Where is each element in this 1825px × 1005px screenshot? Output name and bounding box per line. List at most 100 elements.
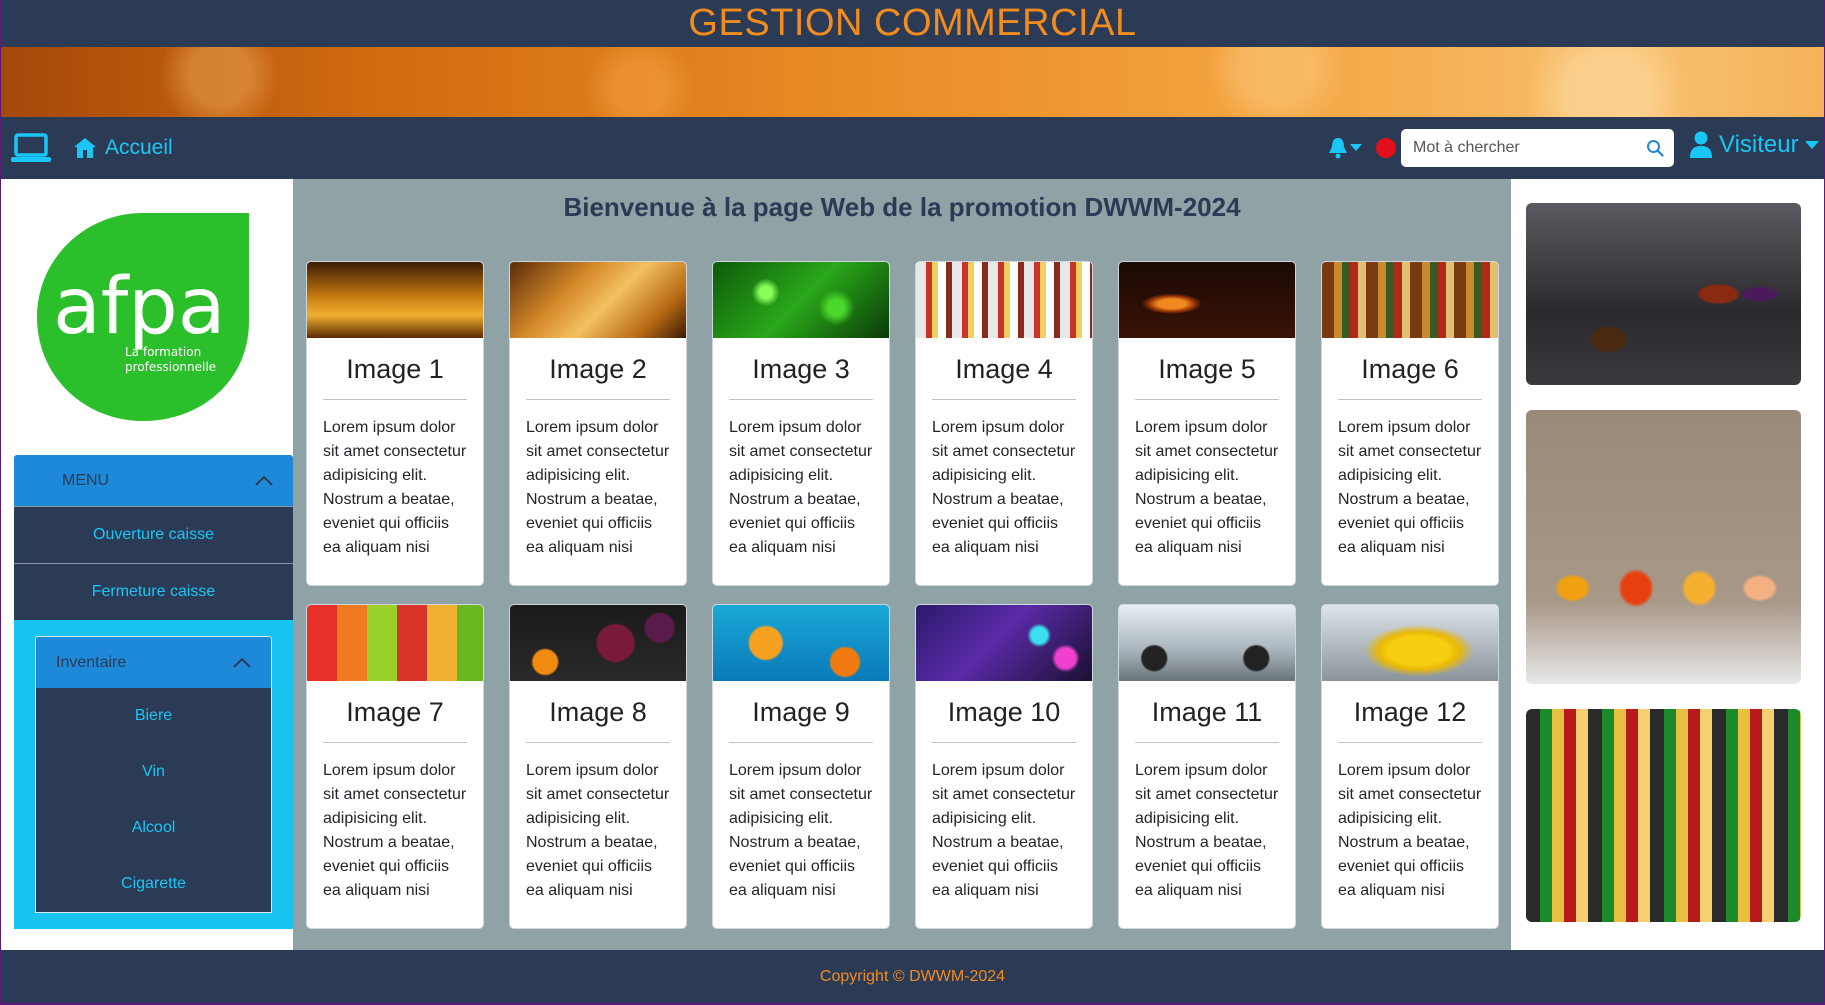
card-divider bbox=[1135, 742, 1279, 743]
notifications-dropdown[interactable] bbox=[1328, 137, 1362, 159]
card-image bbox=[713, 605, 889, 681]
logo-subtext-1: La formation bbox=[125, 345, 201, 359]
search-icon[interactable] bbox=[1646, 139, 1664, 157]
card-image bbox=[1119, 262, 1295, 338]
card-title: Image 10 bbox=[947, 697, 1061, 727]
home-icon bbox=[74, 138, 96, 158]
card-image bbox=[1322, 605, 1498, 681]
card-divider bbox=[1338, 399, 1482, 400]
card-divider bbox=[323, 742, 467, 743]
card-text: Lorem ipsum dolor sit amet consectetur a… bbox=[932, 419, 1076, 556]
card-image bbox=[713, 262, 889, 338]
header-banner bbox=[1, 47, 1824, 117]
card[interactable]: Image 7 Lorem ipsum dolor sit amet consec… bbox=[306, 604, 484, 929]
home-link[interactable]: Accueil bbox=[73, 136, 173, 160]
card-divider bbox=[729, 399, 873, 400]
juice-bottles-image bbox=[1526, 410, 1801, 684]
card-title: Image 3 bbox=[752, 354, 850, 384]
beer-bottles-image bbox=[1526, 709, 1801, 922]
card-title: Image 5 bbox=[1158, 354, 1256, 384]
caret-down-icon bbox=[1804, 140, 1819, 149]
user-menu[interactable]: Visiteur bbox=[1689, 131, 1819, 159]
inventory-toggle[interactable]: Inventaire bbox=[35, 636, 272, 688]
card-text: Lorem ipsum dolor sit amet consectetur a… bbox=[1338, 419, 1482, 556]
logo-text: afpa bbox=[53, 262, 226, 352]
card-title: Image 4 bbox=[955, 354, 1053, 384]
menu-item-fermeture-caisse[interactable]: Fermeture caisse bbox=[14, 563, 293, 620]
search-input[interactable] bbox=[1401, 129, 1641, 167]
card-text: Lorem ipsum dolor sit amet consectetur a… bbox=[526, 762, 670, 899]
card-title: Image 2 bbox=[549, 354, 647, 384]
laptop-icon[interactable] bbox=[11, 133, 51, 163]
home-label: Accueil bbox=[105, 136, 173, 159]
card-divider bbox=[1338, 742, 1482, 743]
card[interactable]: Image 3 Lorem ipsum dolor sit amet consec… bbox=[712, 261, 890, 586]
app-header: GESTION COMMERCIAL bbox=[1, 0, 1824, 47]
card[interactable]: Image 10 Lorem ipsum dolor sit amet conse… bbox=[915, 604, 1093, 929]
right-gallery bbox=[1511, 179, 1824, 950]
card-divider bbox=[932, 399, 1076, 400]
inventory-item-vin[interactable]: Vin bbox=[36, 744, 271, 800]
card-divider bbox=[1135, 399, 1279, 400]
sidebar-menu: MENU Ouverture caisse Fermeture caisse I… bbox=[14, 455, 293, 929]
chevron-up-icon bbox=[233, 657, 251, 668]
card-title: Image 11 bbox=[1151, 697, 1263, 727]
navbar: Accueil Visiteur bbox=[1, 117, 1824, 179]
app-title: GESTION COMMERCIAL bbox=[688, 2, 1137, 44]
app-frame: GESTION COMMERCIAL Accueil Mot à cherche… bbox=[1, 0, 1824, 1003]
inventory-label: Inventaire bbox=[56, 653, 127, 671]
chevron-up-icon bbox=[255, 475, 273, 486]
card-text: Lorem ipsum dolor sit amet consectetur a… bbox=[1135, 762, 1279, 899]
user-label: Visiteur bbox=[1719, 131, 1799, 158]
card[interactable]: Image 2 Lorem ipsum dolor sit amet consec… bbox=[509, 261, 687, 586]
inventory-item-cigarette[interactable]: Cigarette bbox=[36, 856, 271, 912]
card[interactable]: Image 12 Lorem ipsum dolor sit amet conse… bbox=[1321, 604, 1499, 929]
card-text: Lorem ipsum dolor sit amet consectetur a… bbox=[323, 419, 467, 556]
card-text: Lorem ipsum dolor sit amet consectetur a… bbox=[526, 419, 670, 556]
card-divider bbox=[932, 742, 1076, 743]
card[interactable]: Image 1 Lorem ipsum dolor sit amet consec… bbox=[306, 261, 484, 586]
menu-toggle[interactable]: MENU bbox=[14, 455, 293, 506]
card-title: Image 6 bbox=[1361, 354, 1459, 384]
inventory-section: Inventaire Biere Vin Alcool Cigarette bbox=[14, 620, 293, 929]
bell-icon bbox=[1329, 138, 1347, 159]
card-image bbox=[916, 262, 1092, 338]
card-image bbox=[1119, 605, 1295, 681]
card-image bbox=[307, 262, 483, 338]
search-form bbox=[1401, 129, 1674, 167]
card-title: Image 7 bbox=[346, 697, 444, 727]
card-divider bbox=[526, 742, 670, 743]
card[interactable]: Image 5 Lorem ipsum dolor sit amet consec… bbox=[1118, 261, 1296, 586]
card-image bbox=[510, 262, 686, 338]
inventory-list: Biere Vin Alcool Cigarette bbox=[35, 688, 272, 913]
card-text: Lorem ipsum dolor sit amet consectetur a… bbox=[932, 762, 1076, 899]
inventory-item-alcool[interactable]: Alcool bbox=[36, 800, 271, 856]
afpa-logo: afpa La formation professionnelle bbox=[37, 213, 249, 421]
menu-item-ouverture-caisse[interactable]: Ouverture caisse bbox=[14, 506, 293, 563]
card[interactable]: Image 6 Lorem ipsum dolor sit amet consec… bbox=[1321, 261, 1499, 586]
card[interactable]: Image 4 Lorem ipsum dolor sit amet consec… bbox=[915, 261, 1093, 586]
card-divider bbox=[323, 399, 467, 400]
caret-down-icon bbox=[1350, 144, 1362, 151]
user-icon bbox=[1690, 131, 1712, 158]
card-grid: Image 1 Lorem ipsum dolor sit amet consec… bbox=[306, 261, 1499, 929]
card-image bbox=[307, 605, 483, 681]
whisky-bottles-image bbox=[1526, 203, 1801, 385]
menu-label: MENU bbox=[62, 471, 110, 489]
card-image bbox=[1322, 262, 1498, 338]
card-title: Image 1 bbox=[346, 354, 444, 384]
card-title: Image 12 bbox=[1353, 697, 1467, 727]
inventory-item-biere[interactable]: Biere bbox=[36, 688, 271, 744]
card[interactable]: Image 8 Lorem ipsum dolor sit amet consec… bbox=[509, 604, 687, 929]
card-divider bbox=[729, 742, 873, 743]
welcome-heading: Bienvenue à la page Web de la promotion … bbox=[563, 192, 1241, 222]
card[interactable]: Image 11 Lorem ipsum dolor sit amet conse… bbox=[1118, 604, 1296, 929]
card[interactable]: Image 9 Lorem ipsum dolor sit amet consec… bbox=[712, 604, 890, 929]
card-title: Image 9 bbox=[752, 697, 850, 727]
card-image bbox=[510, 605, 686, 681]
card-text: Lorem ipsum dolor sit amet consectetur a… bbox=[729, 419, 873, 556]
card-title: Image 8 bbox=[549, 697, 647, 727]
card-text: Lorem ipsum dolor sit amet consectetur a… bbox=[1135, 419, 1279, 556]
card-image bbox=[916, 605, 1092, 681]
card-text: Lorem ipsum dolor sit amet consectetur a… bbox=[323, 762, 467, 899]
